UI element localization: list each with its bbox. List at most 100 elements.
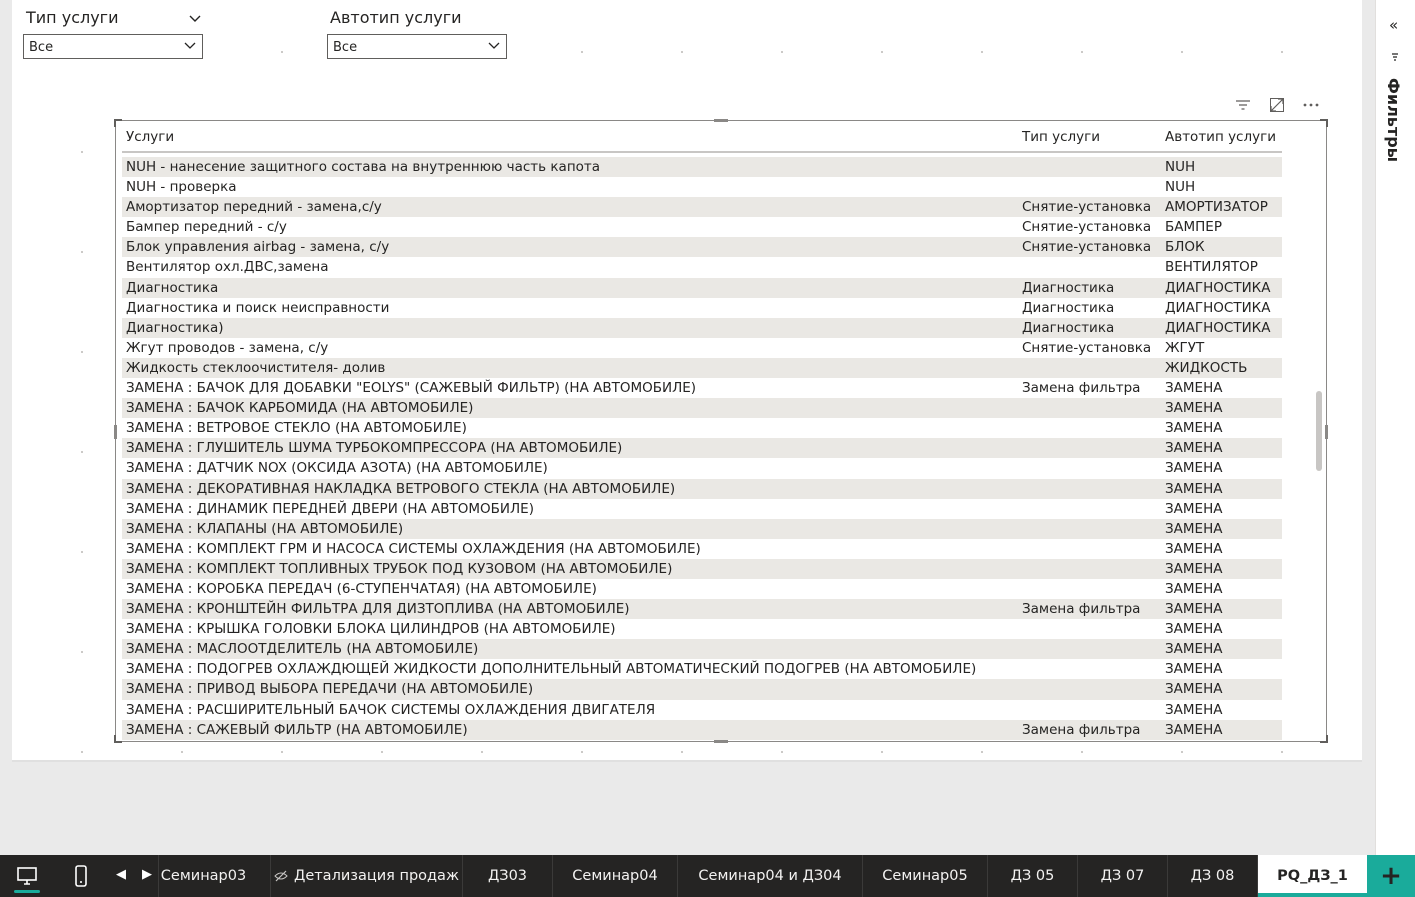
page-tab[interactable]: PQ_ДЗ_1 bbox=[1257, 855, 1367, 897]
column-header-auto-type[interactable]: Автотип услуги bbox=[1165, 129, 1276, 145]
page-tab[interactable]: ДЗ 07 bbox=[1077, 855, 1167, 897]
cell-service-type: Диагностика bbox=[1022, 279, 1115, 296]
table-row[interactable]: ЗАМЕНА : ВЕТРОВОЕ СТЕКЛО (НА АВТОМОБИЛЕ)… bbox=[122, 418, 1282, 438]
page-tab[interactable]: ДЗ 05 bbox=[987, 855, 1077, 897]
table-row[interactable]: Жидкость стеклоочистителя- долив ЖИДКОСТЬ bbox=[122, 357, 1282, 379]
cell-service: Диагностика bbox=[126, 279, 219, 296]
table-row[interactable]: ЗАМЕНА : КОМПЛЕКТ ТОПЛИВНЫХ ТРУБОК ПОД К… bbox=[122, 558, 1282, 579]
filters-pane-label[interactable]: Фильтры bbox=[1384, 78, 1403, 162]
table-row[interactable]: ЗАМЕНА : КРОНШТЕЙН ФИЛЬТРА ДЛЯ ДИЗТОПЛИВ… bbox=[122, 599, 1282, 620]
page-tab[interactable]: Семинар04 и ДЗ04 bbox=[677, 855, 862, 897]
page-tab[interactable]: Детализация продаж bbox=[270, 855, 462, 897]
mobile-view-button[interactable] bbox=[56, 855, 106, 897]
table-row[interactable]: Блок управления airbag - замена, с/у Снят… bbox=[122, 237, 1282, 258]
prev-page-icon[interactable]: ◀ bbox=[116, 867, 126, 882]
cell-service: Бампер передний - с/у bbox=[126, 219, 287, 236]
cell-auto-type: ЗАМЕНА bbox=[1165, 420, 1223, 437]
cell-service: ЗАМЕНА : САЖЕВЫЙ ФИЛЬТР (НА АВТОМОБИЛЕ) bbox=[126, 721, 468, 738]
page-tab[interactable]: Семинар04 bbox=[552, 855, 677, 897]
table-row[interactable]: Диагностика и поиск неисправности Диагнос… bbox=[122, 298, 1282, 318]
cell-auto-type: NUH bbox=[1165, 159, 1196, 175]
slicer-dropdown[interactable]: Все bbox=[23, 34, 203, 59]
table-row[interactable]: Амортизатор передний - замена,с/у Снятие-… bbox=[122, 197, 1282, 218]
chevron-down-icon[interactable] bbox=[189, 8, 201, 22]
table-row[interactable]: NUH - проверка NUH bbox=[122, 177, 1282, 197]
table-row[interactable]: Бампер передний - с/у Снятие-установка БАМ… bbox=[122, 217, 1282, 237]
table-row[interactable]: ЗАМЕНА : БАЧОК ДЛЯ ДОБАВКИ "EOLYS" (САЖЕ… bbox=[122, 378, 1282, 398]
page-tab[interactable]: ДЗ 08 bbox=[1167, 855, 1257, 897]
table-visual[interactable]: Услуги Тип услуги Автотип услуги NUH - н… bbox=[114, 119, 1328, 743]
slicer-value: Все bbox=[333, 40, 358, 55]
resize-handle-right[interactable] bbox=[1325, 425, 1328, 439]
cell-auto-type: ЗАМЕНА bbox=[1165, 480, 1223, 497]
cell-auto-type: ДИАГНОСТИКА bbox=[1165, 319, 1271, 336]
focus-mode-icon[interactable] bbox=[1264, 92, 1290, 118]
cell-service: ЗАМЕНА : ДАТЧИК NOX (ОКСИДА АЗОТА) (НА А… bbox=[126, 460, 548, 477]
cell-auto-type: ЗАМЕНА bbox=[1165, 500, 1223, 517]
table-row[interactable]: ЗАМЕНА : ДЕКОРАТИВНАЯ НАКЛАДКА ВЕТРОВОГО… bbox=[122, 478, 1282, 499]
table-row[interactable]: Жгут проводов - замена, с/у Снятие-устано… bbox=[122, 338, 1282, 358]
cell-service: ЗАМЕНА : РАСШИРИТЕЛЬНЫЙ БАЧОК СИСТЕМЫ ОХ… bbox=[126, 701, 656, 718]
cell-service: ЗАМЕНА : КЛАПАНЫ (НА АВТОМОБИЛЕ) bbox=[126, 520, 404, 537]
page-tab[interactable]: ДЗ03 bbox=[462, 855, 552, 897]
page-tab-label: Семинар03 bbox=[160, 868, 247, 884]
table-row[interactable]: ЗАМЕНА : БАЧОК КАРБОМИДА (НА АВТОМОБИЛЕ)… bbox=[122, 398, 1282, 419]
slicer-title: Тип услуги bbox=[26, 8, 119, 27]
slicer-title: Автотип услуги bbox=[330, 8, 462, 27]
add-page-button[interactable]: + bbox=[1367, 855, 1415, 897]
resize-corner[interactable] bbox=[114, 735, 122, 743]
page-tab[interactable]: Семинар03 bbox=[158, 855, 248, 897]
table-row[interactable]: ЗАМЕНА : КОМПЛЕКТ ГРМ И НАСОСА СИСТЕМЫ О… bbox=[122, 539, 1282, 559]
cell-service: ЗАМЕНА : КОРОБКА ПЕРЕДАЧ (6-СТУПЕНЧАТАЯ)… bbox=[126, 580, 597, 597]
table-row[interactable]: ЗАМЕНА : РАСШИРИТЕЛЬНЫЙ БАЧОК СИСТЕМЫ ОХ… bbox=[122, 700, 1282, 720]
table-row[interactable]: Вентилятор охл.ДВС,замена ВЕНТИЛЯТОР bbox=[122, 257, 1282, 277]
slicer-dropdown[interactable]: Все bbox=[327, 34, 507, 59]
next-page-icon[interactable]: ▶ bbox=[142, 867, 152, 882]
table-row[interactable]: Диагностика) Диагностика ДИАГНОСТИКА bbox=[122, 317, 1282, 338]
column-header-service-type[interactable]: Тип услуги bbox=[1022, 129, 1100, 145]
more-options-icon[interactable] bbox=[1298, 92, 1324, 118]
table-row[interactable]: ЗАМЕНА : ПОДОГРЕВ ОХЛАЖДЮЩЕЙ ЖИДКОСТИ ДО… bbox=[122, 659, 1282, 679]
cell-service-type: Снятие-установка bbox=[1022, 199, 1152, 216]
resize-handle-left[interactable] bbox=[114, 425, 117, 439]
resize-corner[interactable] bbox=[1320, 119, 1328, 127]
cell-service: NUH - нанесение защитного состава на вну… bbox=[126, 159, 601, 175]
vertical-scrollbar[interactable] bbox=[1316, 391, 1322, 471]
table-row[interactable]: ЗАМЕНА : ПРИВОД ВЫБОРА ПЕРЕДАЧИ (НА АВТО… bbox=[122, 679, 1282, 700]
slicer-service-type: Тип услуги Все bbox=[23, 0, 213, 70]
page-tab[interactable]: Семинар05 bbox=[862, 855, 987, 897]
filter-icon[interactable] bbox=[1230, 92, 1256, 118]
cell-auto-type: ДИАГНОСТИКА bbox=[1165, 299, 1271, 316]
table-row[interactable]: ЗАМЕНА : КЛАПАНЫ (НА АВТОМОБИЛЕ) ЗАМЕНА bbox=[122, 518, 1282, 539]
cell-auto-type: ЗАМЕНА bbox=[1165, 601, 1223, 618]
collapse-pane-icon[interactable]: « bbox=[1389, 16, 1398, 34]
desktop-view-button[interactable] bbox=[2, 855, 52, 897]
resize-corner[interactable] bbox=[1320, 735, 1328, 743]
hidden-page-icon bbox=[274, 870, 288, 882]
resize-corner[interactable] bbox=[114, 119, 122, 127]
cell-service: Амортизатор передний - замена,с/у bbox=[126, 199, 382, 216]
table-row[interactable]: ЗАМЕНА : МАСЛООТДЕЛИТЕЛЬ (НА АВТОМОБИЛЕ)… bbox=[122, 639, 1282, 660]
page-tab-label: Семинар04 bbox=[572, 868, 658, 884]
filters-pane: « Фильтры bbox=[1375, 0, 1415, 855]
table-row[interactable]: NUH - нанесение защитного состава на вну… bbox=[122, 157, 1282, 178]
table-row[interactable]: ЗАМЕНА : ГЛУШИТЕЛЬ ШУМА ТУРБОКОМПРЕССОРА… bbox=[122, 438, 1282, 459]
cell-service-type: Замена фильтра bbox=[1022, 721, 1141, 738]
page-tab-label: PQ_ДЗ_1 bbox=[1277, 868, 1348, 884]
cell-auto-type: ЗАМЕНА bbox=[1165, 400, 1223, 417]
column-header-services[interactable]: Услуги bbox=[126, 129, 174, 145]
table-row[interactable]: ЗАМЕНА : ДАТЧИК NOX (ОКСИДА АЗОТА) (НА А… bbox=[122, 458, 1282, 478]
table-row[interactable]: Диагностика Диагностика ДИАГНОСТИКА bbox=[122, 277, 1282, 298]
cell-auto-type: ЗАМЕНА bbox=[1165, 520, 1223, 537]
cell-service: ЗАМЕНА : ПРИВОД ВЫБОРА ПЕРЕДАЧИ (НА АВТО… bbox=[126, 681, 534, 698]
cell-auto-type: БАМПЕР bbox=[1165, 219, 1222, 236]
cell-service: ЗАМЕНА : ДИНАМИК ПЕРЕДНЕЙ ДВЕРИ (НА АВТО… bbox=[126, 500, 534, 517]
cell-auto-type: ЗАМЕНА bbox=[1165, 681, 1223, 698]
table-row[interactable]: ЗАМЕНА : ДИНАМИК ПЕРЕДНЕЙ ДВЕРИ (НА АВТО… bbox=[122, 499, 1282, 519]
page-tab-label: Семинар04 и ДЗ04 bbox=[698, 868, 842, 884]
table-row[interactable]: ЗАМЕНА : САЖЕВЫЙ ФИЛЬТР (НА АВТОМОБИЛЕ) З… bbox=[122, 719, 1282, 740]
cell-service: ЗАМЕНА : КРОНШТЕЙН ФИЛЬТРА ДЛЯ ДИЗТОПЛИВ… bbox=[126, 601, 630, 618]
table-row[interactable]: ЗАМЕНА : КОРОБКА ПЕРЕДАЧ (6-СТУПЕНЧАТАЯ)… bbox=[122, 579, 1282, 599]
table-row[interactable]: ЗАМЕНА : КРЫШКА ГОЛОВКИ БЛОКА ЦИЛИНДРОВ … bbox=[122, 619, 1282, 639]
canvas-shadow bbox=[12, 760, 1362, 762]
